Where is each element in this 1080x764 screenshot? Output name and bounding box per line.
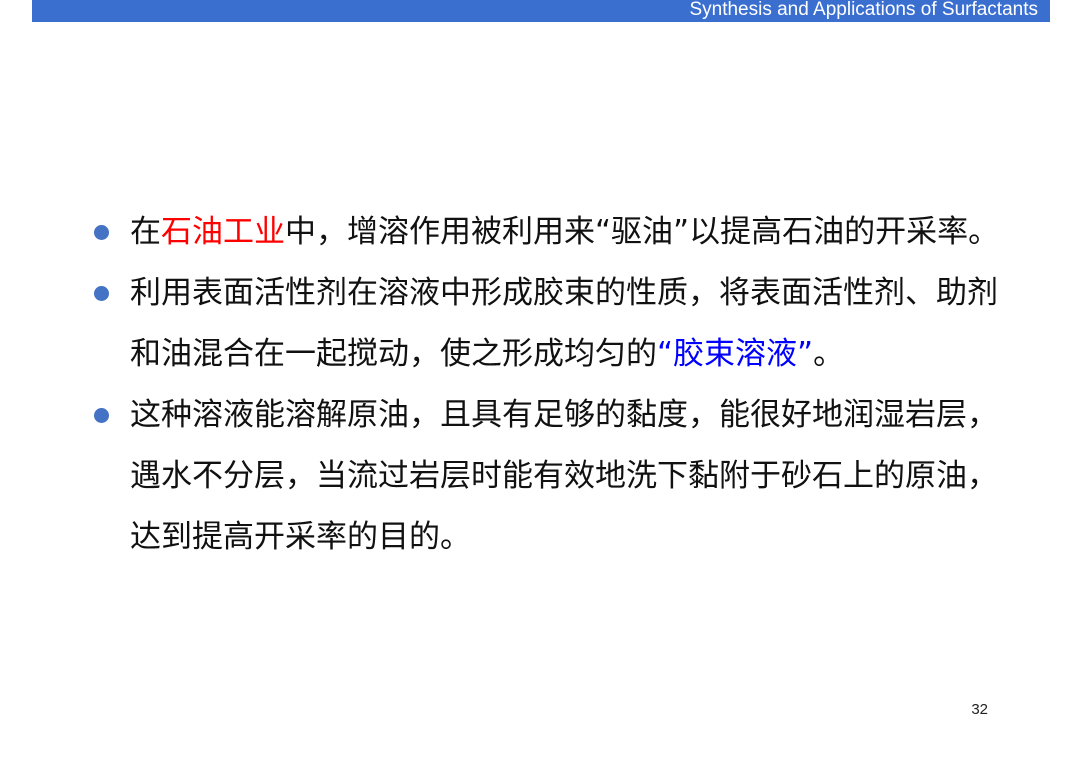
- bullet-list: 在石油工业中，增溶作用被利用来“驱油”以提高石油的开采率。 利用表面活性剂在溶液…: [92, 202, 1022, 568]
- bullet-text-before: 利用表面活性剂在溶液中形成胶束的性质，将表面活性剂、助剂和油混合在一起搅动，使之…: [130, 275, 998, 372]
- bullet-text: 这种溶液能溶解原油，且具有足够的黏度，能很好地润湿岩层，遇水不分层，当流过岩层时…: [130, 397, 998, 555]
- bullet-dot-icon: [94, 408, 109, 423]
- bullet-text-after: 中，增溶作用被利用来“驱油”以提高石油的开采率。: [285, 214, 1000, 250]
- bullet-highlight-blue: “胶束溶液”: [657, 336, 814, 372]
- bullet-item: 在石油工业中，增溶作用被利用来“驱油”以提高石油的开采率。: [92, 202, 1022, 263]
- bullet-dot-icon: [94, 286, 109, 301]
- bullet-highlight-red: 石油工业: [161, 214, 285, 250]
- bullet-text-after: 。: [813, 336, 845, 372]
- bullet-item: 利用表面活性剂在溶液中形成胶束的性质，将表面活性剂、助剂和油混合在一起搅动，使之…: [92, 263, 1022, 385]
- header-bar: Synthesis and Applications of Surfactant…: [32, 0, 1050, 22]
- header-title: Synthesis and Applications of Surfactant…: [689, 0, 1038, 20]
- bullet-text-before: 在: [130, 214, 161, 250]
- page-number: 32: [971, 701, 988, 718]
- bullet-dot-icon: [94, 225, 109, 240]
- bullet-item: 这种溶液能溶解原油，且具有足够的黏度，能很好地润湿岩层，遇水不分层，当流过岩层时…: [92, 385, 1022, 568]
